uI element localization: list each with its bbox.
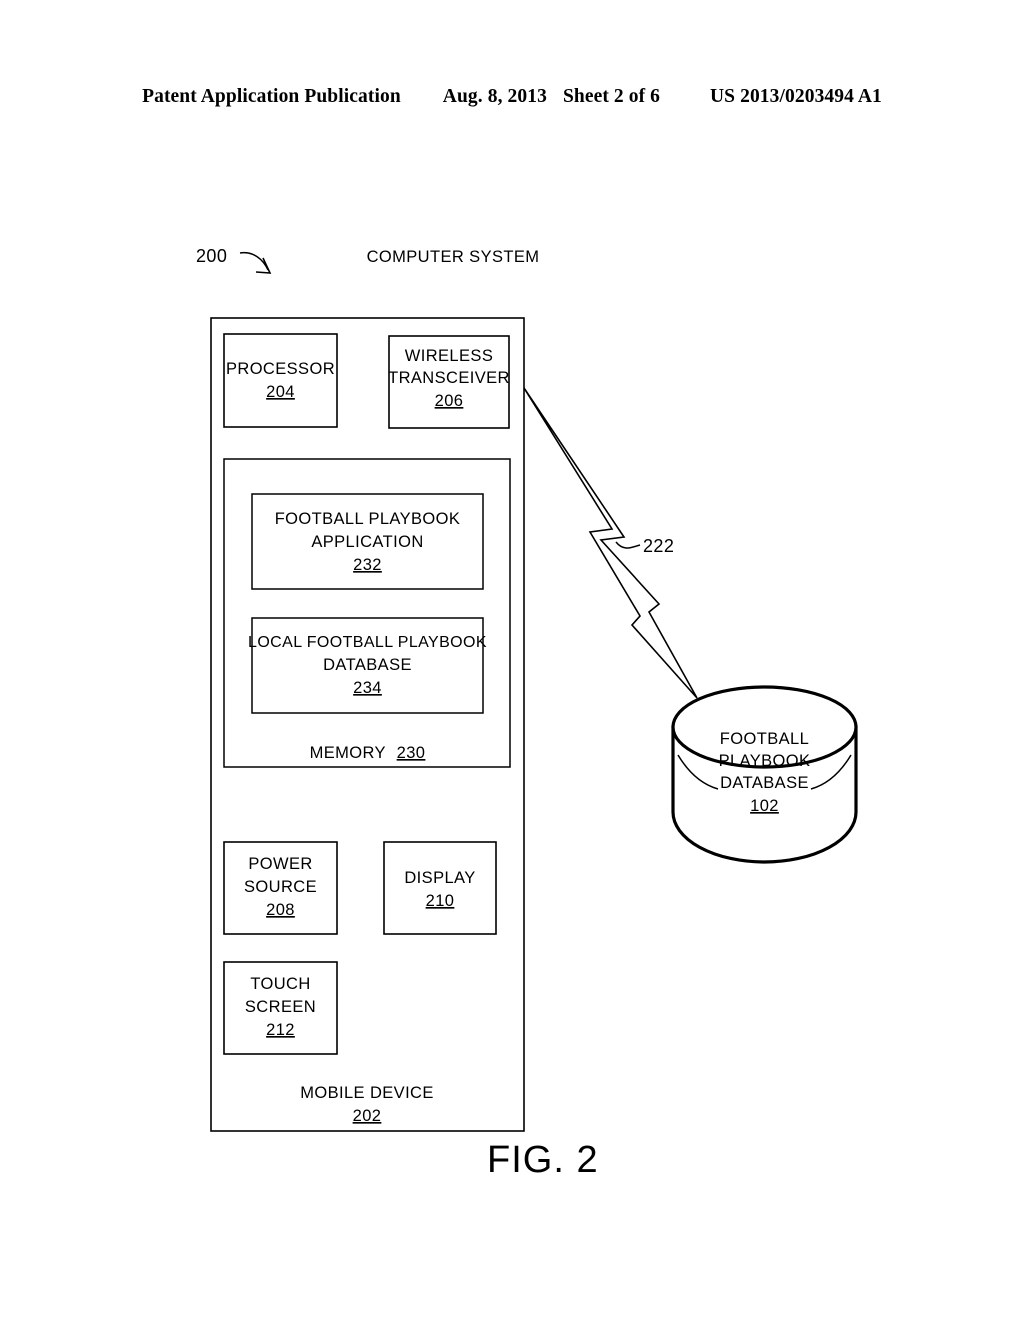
local-database-ref: 234 [353, 679, 382, 697]
wireless-transceiver-label-line2: TRANSCEIVER [388, 369, 510, 387]
display-ref: 210 [426, 892, 455, 910]
computer-system-label: COMPUTER SYSTEM [367, 248, 540, 266]
application-ref: 232 [353, 556, 382, 574]
processor-ref: 204 [266, 383, 295, 401]
wireless-transceiver-label-line1: WIRELESS [405, 347, 493, 365]
processor-box [223, 333, 338, 428]
mobile-device-label: MOBILE DEVICE [300, 1084, 434, 1102]
remote-database-label-line1: FOOTBALL [720, 730, 809, 748]
system-ref-arrowhead-icon [255, 257, 272, 274]
remote-database-ref: 102 [750, 797, 779, 815]
power-source-label-line1: POWER [248, 855, 312, 873]
link-ref-leader-line [615, 541, 641, 549]
display-box [383, 841, 497, 935]
processor-label: PROCESSOR [226, 360, 335, 378]
link-ref-label: 222 [643, 536, 674, 556]
local-database-label-line2: DATABASE [323, 656, 412, 674]
remote-database-label-line2: PLAYBOOK [719, 752, 811, 770]
remote-database-label-line3: DATABASE [720, 774, 809, 792]
local-database-label-line1: LOCAL FOOTBALL PLAYBOOK [248, 634, 487, 651]
memory-ref: 230 [397, 744, 426, 762]
power-source-ref: 208 [266, 901, 295, 919]
mobile-device-ref: 202 [353, 1107, 382, 1125]
display-label: DISPLAY [404, 869, 475, 887]
figure-caption: FIG. 2 [487, 1139, 599, 1181]
memory-caption: MEMORY 230 [310, 744, 426, 762]
system-ref-label: 200 [196, 246, 227, 266]
application-label-line1: FOOTBALL PLAYBOOK [275, 510, 461, 528]
application-label-line2: APPLICATION [311, 533, 423, 551]
power-source-label-line2: SOURCE [244, 878, 317, 896]
patent-figure-2: 200 COMPUTER SYSTEM PROCESSOR 204 WIRELE… [0, 0, 1024, 1320]
memory-label: MEMORY [310, 744, 386, 762]
touch-screen-label-line2: SCREEN [245, 998, 316, 1016]
touch-screen-ref: 212 [266, 1021, 295, 1039]
wireless-transceiver-ref: 206 [435, 392, 464, 410]
touch-screen-label-line1: TOUCH [250, 975, 310, 993]
